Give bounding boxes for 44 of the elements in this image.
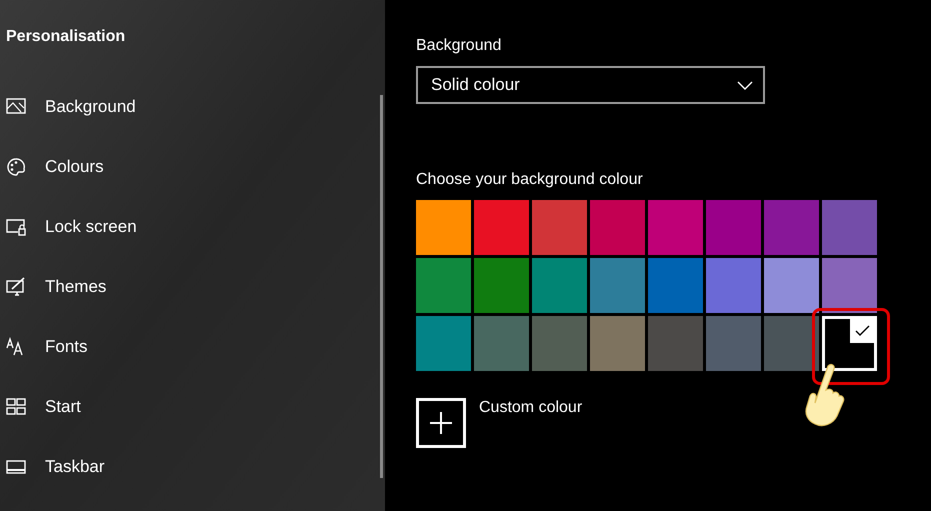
add-custom-colour-button[interactable]: [416, 398, 466, 448]
colour-swatch[interactable]: [706, 258, 761, 313]
section-label: Choose your background colour: [416, 170, 644, 190]
colour-swatch[interactable]: [590, 316, 645, 371]
colour-swatch[interactable]: [532, 316, 587, 371]
nav-item[interactable]: Taskbar: [0, 437, 137, 497]
colour-swatch[interactable]: [822, 316, 877, 371]
colour-swatch[interactable]: [416, 258, 471, 313]
plus-icon: [430, 412, 452, 434]
nav-item[interactable]: Start: [0, 377, 137, 437]
colour-swatch[interactable]: [706, 316, 761, 371]
colour-swatch[interactable]: [764, 316, 819, 371]
colour-swatch[interactable]: [416, 316, 471, 371]
palette-icon: [6, 157, 26, 177]
colour-swatch[interactable]: [648, 316, 703, 371]
colour-swatch[interactable]: [474, 258, 529, 313]
colour-swatch[interactable]: [416, 200, 471, 255]
nav-item[interactable]: Colours: [0, 137, 137, 197]
colour-swatch[interactable]: [648, 200, 703, 255]
brush-icon: [6, 277, 26, 297]
colour-swatch[interactable]: [822, 200, 877, 255]
tiles-icon: [6, 397, 26, 417]
section-label: Background: [416, 36, 502, 56]
colour-swatch[interactable]: [474, 200, 529, 255]
colour-swatch[interactable]: [648, 258, 703, 313]
nav-item[interactable]: Fonts: [0, 317, 137, 377]
lock-screen-icon: [6, 217, 26, 237]
colour-swatch[interactable]: [474, 316, 529, 371]
nav-item[interactable]: Background: [0, 77, 137, 137]
nav-item[interactable]: Themes: [0, 257, 137, 317]
chevron-down-icon: [737, 80, 753, 90]
colour-swatch[interactable]: [590, 200, 645, 255]
colour-swatch[interactable]: [764, 258, 819, 313]
nav-item[interactable]: Lock screen: [0, 197, 137, 257]
checkmark-icon: [850, 319, 874, 343]
colour-swatch[interactable]: [532, 258, 587, 313]
sidebar-title: Personalisation: [6, 27, 126, 47]
colour-swatch[interactable]: [590, 258, 645, 313]
colour-swatch[interactable]: [532, 200, 587, 255]
colour-swatch[interactable]: [764, 200, 819, 255]
colour-swatch[interactable]: [706, 200, 761, 255]
custom-colour-label: Custom colour: [479, 398, 582, 418]
background-dropdown[interactable]: Solid colour: [416, 66, 765, 104]
colour-swatch[interactable]: [822, 258, 877, 313]
